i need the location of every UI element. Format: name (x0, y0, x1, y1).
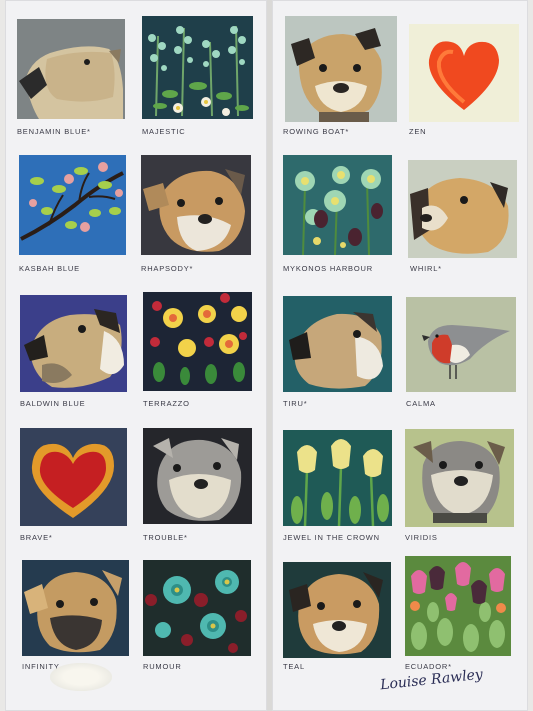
swatch-majestic (142, 16, 253, 119)
swatch-label: TIRU* (283, 399, 308, 408)
swatch-label: KASBAH BLUE (19, 264, 80, 273)
swatch-teal (283, 562, 391, 658)
swatch-ecuador (405, 556, 511, 656)
swatch-benjamin-blue (17, 19, 125, 119)
swatch-viridis (405, 429, 514, 527)
swatch-label: CALMA (406, 399, 436, 408)
swatch-label: ROWING BOAT* (283, 127, 350, 136)
swatch-label: RUMOUR (143, 662, 182, 671)
swatch-label: TROUBLE* (143, 533, 188, 542)
swatch-baldwin-blue (20, 295, 127, 392)
swatch-label: JEWEL IN THE CROWN (283, 533, 380, 542)
swatch-label: MAJESTIC (142, 127, 186, 136)
swatch-label: VIRIDIS (405, 533, 438, 542)
paint-blob (50, 663, 112, 691)
swatch-mykonos-harbour (283, 155, 392, 255)
swatch-trouble (143, 428, 252, 524)
swatch-calma (406, 297, 516, 392)
swatch-label: RHAPSODY* (141, 264, 194, 273)
swatch-label: TERRAZZO (143, 399, 190, 408)
swatch-rowing-boat (285, 16, 397, 122)
swatch-zen (409, 24, 519, 122)
swatch-tiru (283, 296, 392, 392)
swatch-whirl (408, 160, 517, 258)
swatch-rumour (143, 560, 251, 656)
swatch-jewel-in-the-crown (283, 430, 392, 526)
swatch-kasbah-blue (19, 155, 126, 255)
swatch-rhapsody (141, 155, 251, 255)
swatch-label: ZEN (409, 127, 427, 136)
swatch-label: TEAL (283, 662, 305, 671)
swatch-label: BENJAMIN BLUE* (17, 127, 91, 136)
card-gap (267, 0, 272, 711)
swatch-label: WHIRL* (410, 264, 442, 273)
swatch-brave (20, 428, 127, 526)
swatch-terrazzo (143, 292, 252, 391)
swatch-label: MYKONOS HARBOUR (283, 264, 373, 273)
swatch-infinity (22, 560, 129, 656)
swatch-label: BALDWIN BLUE (20, 399, 86, 408)
swatch-label: BRAVE* (20, 533, 53, 542)
